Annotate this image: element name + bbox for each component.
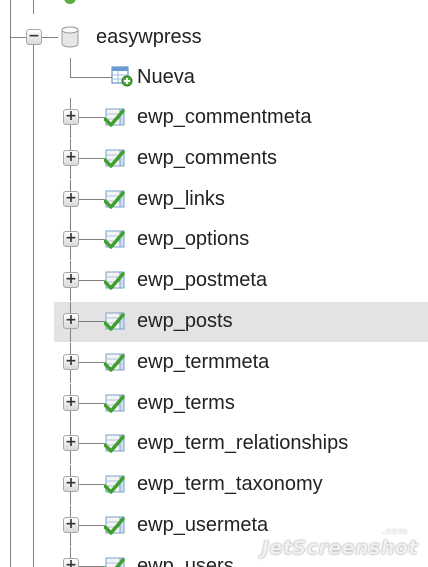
- table-row[interactable]: + ewp_links: [0, 180, 428, 220]
- table-name[interactable]: ewp_users: [137, 554, 234, 567]
- table-row[interactable]: + ewp_comments: [0, 139, 428, 179]
- expand-toggle[interactable]: +: [63, 558, 79, 567]
- table-icon: [104, 434, 125, 453]
- table-row[interactable]: + ewp_terms: [0, 384, 428, 424]
- tree-line: [10, 37, 26, 38]
- database-icon: [61, 26, 79, 48]
- tree-line: [78, 403, 104, 404]
- expand-toggle[interactable]: +: [63, 150, 79, 166]
- table-icon: [104, 230, 125, 249]
- expand-toggle[interactable]: +: [63, 272, 79, 288]
- tree-line: [70, 77, 112, 78]
- tree-line: [42, 37, 58, 38]
- table-row[interactable]: + ewp_termmeta: [0, 343, 428, 383]
- table-icon: [104, 516, 125, 535]
- table-name[interactable]: ewp_term_taxonomy: [137, 472, 323, 496]
- expand-toggle[interactable]: +: [63, 109, 79, 125]
- expand-toggle[interactable]: +: [63, 517, 79, 533]
- table-icon: [104, 557, 125, 567]
- collapse-toggle[interactable]: −: [26, 29, 42, 45]
- expand-toggle[interactable]: +: [63, 395, 79, 411]
- database-name[interactable]: easywpress: [96, 25, 202, 49]
- table-name[interactable]: ewp_comments: [137, 146, 277, 170]
- table-icon: [104, 394, 125, 413]
- table-row[interactable]: + ewp_term_taxonomy: [0, 465, 428, 505]
- table-name[interactable]: ewp_usermeta: [137, 513, 268, 537]
- table-icon: [104, 108, 125, 127]
- expand-toggle[interactable]: +: [63, 476, 79, 492]
- table-row[interactable]: + ewp_term_relationships: [0, 424, 428, 464]
- tree-line: [78, 443, 104, 444]
- tree-line: [78, 158, 104, 159]
- table-name[interactable]: ewp_term_relationships: [137, 431, 348, 455]
- table-name[interactable]: ewp_termmeta: [137, 350, 269, 374]
- expand-toggle[interactable]: +: [63, 435, 79, 451]
- table-icon: [104, 353, 125, 372]
- tree-line: [78, 280, 104, 281]
- tree-line: [78, 321, 104, 322]
- table-name[interactable]: ewp_commentmeta: [137, 105, 312, 129]
- tree-line: [70, 58, 71, 77]
- tree-line: [78, 484, 104, 485]
- table-name[interactable]: ewp_links: [137, 187, 225, 211]
- expand-toggle[interactable]: +: [63, 313, 79, 329]
- table-icon: [104, 312, 125, 331]
- table-row[interactable]: + ewp_posts: [0, 302, 428, 342]
- table-row[interactable]: + ewp_usermeta: [0, 506, 428, 546]
- tree-line: [78, 525, 104, 526]
- tree-line: [78, 117, 104, 118]
- table-name[interactable]: ewp_posts: [137, 309, 233, 333]
- table-row[interactable]: + ewp_users: [0, 547, 428, 567]
- tree-line: [78, 239, 104, 240]
- tree-line: [33, 0, 34, 14]
- table-icon: [104, 475, 125, 494]
- table-name[interactable]: ewp_postmeta: [137, 268, 267, 292]
- new-table-icon: [111, 66, 133, 87]
- expand-toggle[interactable]: +: [63, 231, 79, 247]
- partial-icon: [64, 0, 76, 4]
- table-icon: [104, 190, 125, 209]
- table-row[interactable]: + ewp_options: [0, 220, 428, 260]
- table-icon: [104, 271, 125, 290]
- navigation-tree: − easywpress Nueva + ewp_commentmeta + ewp_…: [0, 0, 428, 567]
- expand-toggle[interactable]: +: [63, 354, 79, 370]
- new-table-label[interactable]: Nueva: [137, 65, 195, 89]
- tree-line: [78, 199, 104, 200]
- table-name[interactable]: ewp_terms: [137, 391, 235, 415]
- table-row[interactable]: + ewp_postmeta: [0, 261, 428, 301]
- expand-toggle[interactable]: +: [63, 191, 79, 207]
- database-row[interactable]: − easywpress: [0, 18, 428, 58]
- table-icon: [104, 149, 125, 168]
- new-table-row[interactable]: Nueva: [0, 58, 428, 98]
- table-row[interactable]: + ewp_commentmeta: [0, 98, 428, 138]
- table-name[interactable]: ewp_options: [137, 227, 249, 251]
- tree-line: [78, 362, 104, 363]
